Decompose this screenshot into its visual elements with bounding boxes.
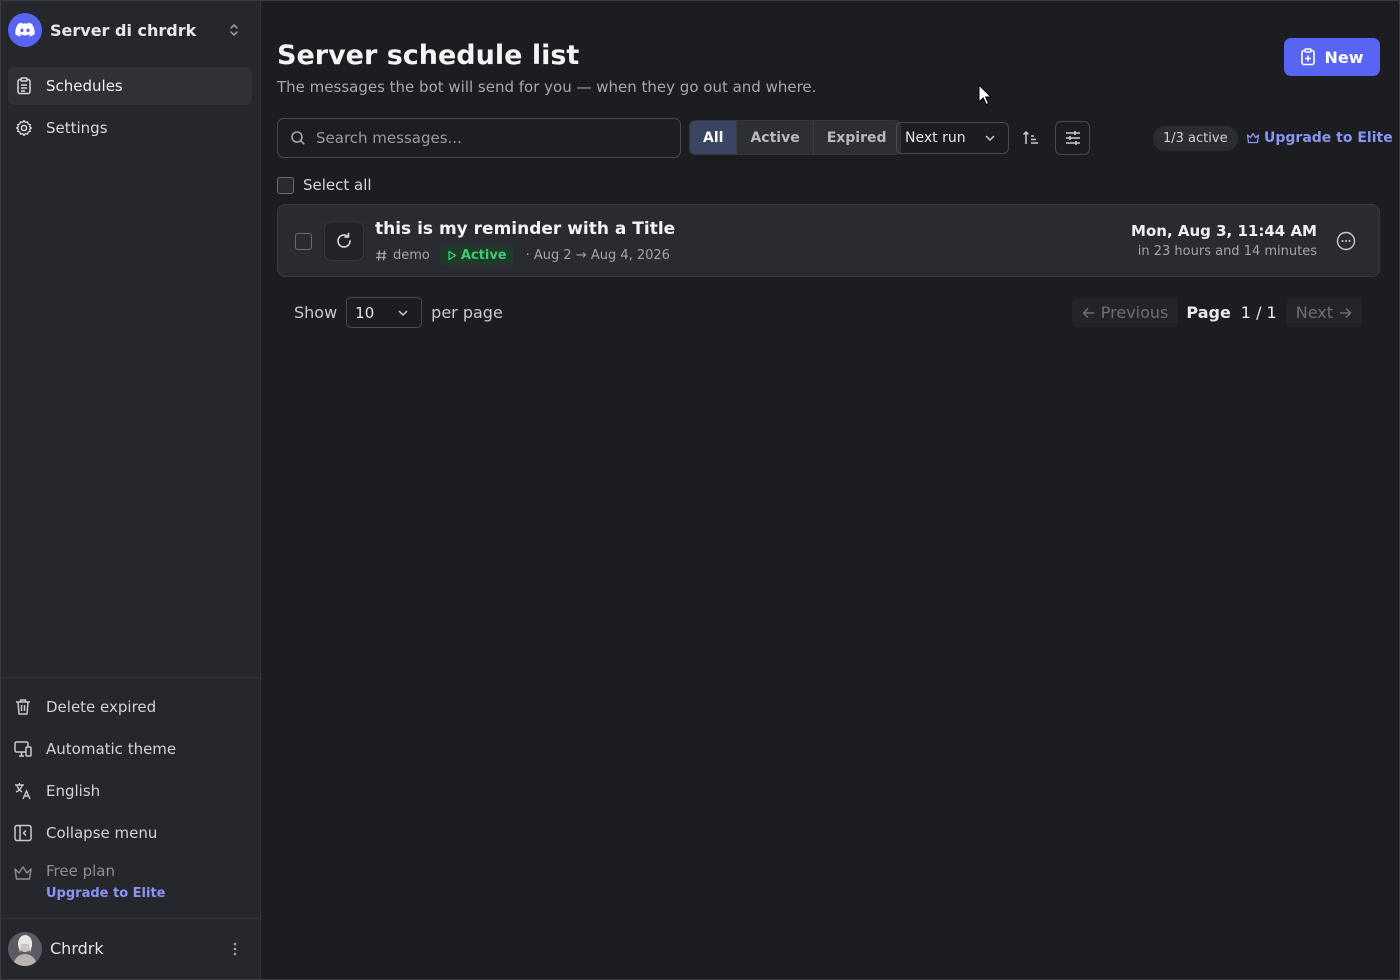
repeat-icon	[324, 221, 364, 261]
server-switcher[interactable]: Server di chrdrk	[8, 12, 252, 48]
plan-info: Free plan Upgrade to Elite	[8, 860, 253, 901]
advanced-filters-button[interactable]	[1055, 121, 1090, 155]
language-label: English	[46, 782, 101, 800]
chevron-down-icon	[984, 132, 996, 144]
user-menu[interactable]: Chrdrk	[0, 918, 261, 978]
sidebar: Server di chrdrk Schedules Settings Dele…	[0, 0, 261, 980]
page-label: Page	[1186, 303, 1231, 322]
user-name: Chrdrk	[50, 939, 104, 958]
next-run-date: Mon, Aug 3, 11:44 AM	[1131, 222, 1317, 240]
select-all-row: Select all	[277, 176, 372, 194]
page-size: Show 10 per page	[294, 297, 503, 328]
clipboard-icon	[14, 76, 34, 96]
sliders-icon	[1064, 129, 1082, 147]
per-page-label: per page	[431, 303, 503, 322]
crown-icon	[1246, 131, 1260, 145]
status-badge: Active	[439, 246, 514, 265]
trash-icon	[12, 696, 34, 718]
schedule-meta: demo Active · Aug 2 → Aug 4, 2026	[375, 246, 670, 265]
page-count: 1 / 1	[1240, 303, 1277, 322]
sidebar-nav: Schedules Settings	[8, 67, 252, 151]
previous-page-button[interactable]: Previous	[1071, 298, 1179, 327]
gear-icon	[14, 118, 34, 138]
status-filter: All Active Expired	[689, 120, 901, 155]
search-icon	[290, 130, 306, 146]
main-content: Server schedule list The messages the bo…	[262, 0, 1399, 980]
language-selector[interactable]: English	[8, 770, 253, 812]
theme-toggle[interactable]: Automatic theme	[8, 728, 253, 770]
page-subtitle: The messages the bot will send for you —…	[277, 78, 817, 96]
new-schedule-button[interactable]: New	[1284, 38, 1380, 76]
mouse-cursor-icon	[978, 84, 992, 106]
delete-expired-button[interactable]: Delete expired	[8, 686, 253, 728]
collapse-sidebar-icon	[12, 822, 34, 844]
chevron-up-down-icon	[226, 22, 242, 38]
show-label: Show	[294, 303, 338, 322]
select-all-label: Select all	[303, 176, 372, 194]
avatar	[8, 931, 42, 966]
channel: demo	[375, 248, 430, 263]
per-page-select[interactable]: 10	[346, 297, 423, 328]
status-label: Active	[460, 248, 507, 263]
discord-logo-icon	[8, 13, 42, 47]
clipboard-plus-icon	[1300, 48, 1316, 66]
filter-all-tab[interactable]: All	[690, 121, 738, 154]
next-page-button[interactable]: Next	[1285, 298, 1362, 327]
language-icon	[12, 780, 34, 802]
plan-label: Free plan	[46, 862, 115, 880]
theme-label: Automatic theme	[46, 740, 177, 758]
search-box[interactable]	[277, 118, 681, 158]
sort-ascending-icon[interactable]	[1022, 129, 1040, 147]
crown-icon	[12, 862, 34, 884]
schedule-card[interactable]: this is my reminder with a Title demo Ac…	[277, 204, 1380, 277]
pagination: Previous Page 1 / 1 Next	[1071, 298, 1362, 327]
filter-active-tab[interactable]: Active	[737, 121, 814, 154]
sort-select[interactable]: Next run	[896, 122, 1009, 154]
filter-expired-tab[interactable]: Expired	[814, 121, 900, 154]
monitor-icon	[12, 738, 34, 760]
server-name: Server di chrdrk	[50, 20, 197, 40]
schedule-title: this is my reminder with a Title	[375, 219, 676, 239]
date-range: · Aug 2 → Aug 4, 2026	[525, 248, 670, 263]
sidebar-item-label: Settings	[46, 119, 108, 137]
sidebar-item-schedules[interactable]: Schedules	[8, 67, 252, 105]
sidebar-upgrade-link[interactable]: Upgrade to Elite	[46, 886, 166, 901]
channel-name: demo	[393, 248, 430, 263]
active-quota-badge: 1/3 active	[1153, 126, 1238, 151]
arrow-right-icon	[1339, 307, 1352, 319]
upgrade-link-label: Upgrade to Elite	[1264, 130, 1393, 146]
sort-select-value: Next run	[905, 130, 966, 146]
collapse-menu-label: Collapse menu	[46, 824, 158, 842]
next-label: Next	[1295, 303, 1333, 322]
next-run-relative: in 23 hours and 14 minutes	[1137, 244, 1317, 259]
search-input[interactable]	[316, 129, 656, 147]
per-page-value: 10	[355, 303, 375, 322]
next-run: Mon, Aug 3, 11:44 AM in 23 hours and 14 …	[1131, 222, 1317, 259]
upgrade-link[interactable]: Upgrade to Elite	[1246, 130, 1393, 146]
kebab-menu-icon[interactable]	[227, 941, 243, 957]
play-icon	[447, 250, 457, 261]
new-button-label: New	[1324, 47, 1364, 67]
more-options-icon[interactable]	[1336, 231, 1356, 251]
sidebar-item-label: Schedules	[46, 77, 123, 95]
previous-label: Previous	[1100, 303, 1169, 322]
page-title: Server schedule list	[277, 40, 580, 71]
arrow-left-icon	[1082, 307, 1095, 319]
delete-expired-label: Delete expired	[46, 698, 157, 716]
schedule-checkbox[interactable]	[295, 233, 312, 250]
collapse-menu-button[interactable]: Collapse menu	[8, 812, 253, 854]
sidebar-footer: Delete expired Automatic theme English C…	[0, 677, 261, 901]
sidebar-item-settings[interactable]: Settings	[8, 109, 252, 147]
chevron-down-icon	[397, 307, 409, 319]
hash-icon	[375, 249, 388, 262]
select-all-checkbox[interactable]	[277, 176, 294, 194]
